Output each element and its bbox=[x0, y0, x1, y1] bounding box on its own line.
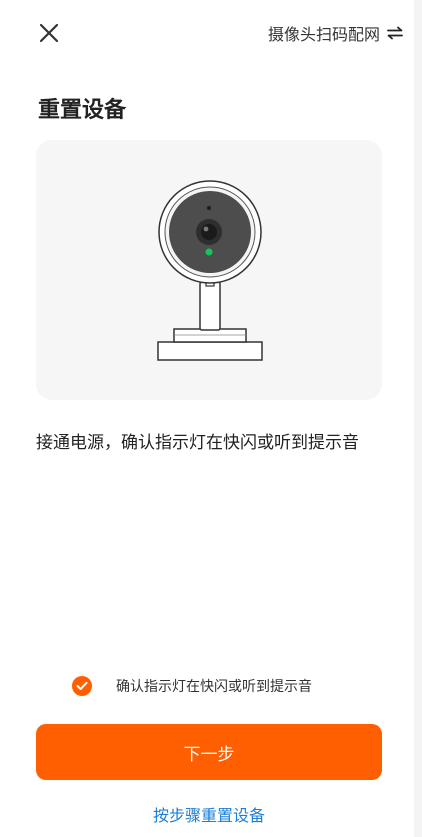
confirm-label: 确认指示灯在快闪或听到提示音 bbox=[116, 679, 312, 695]
confirm-indicator-checkbox[interactable]: 确认指示灯在快闪或听到提示音 bbox=[72, 674, 312, 698]
next-button[interactable]: 下一步 bbox=[36, 724, 382, 780]
device-illustration-card bbox=[36, 140, 382, 400]
checkbox-checked-icon bbox=[72, 676, 92, 696]
camera-qr-mode-switch[interactable]: 摄像头扫码配网 bbox=[268, 20, 404, 46]
switch-arrows-icon bbox=[387, 26, 403, 40]
screen-edge bbox=[414, 0, 422, 837]
reset-by-steps-link[interactable]: 按步骤重置设备 bbox=[0, 802, 418, 826]
mode-switch-label: 摄像头扫码配网 bbox=[267, 25, 380, 44]
camera-illustration bbox=[157, 180, 263, 361]
close-icon bbox=[39, 23, 59, 43]
close-button[interactable] bbox=[34, 18, 64, 48]
instruction-text: 接通电源，确认指示灯在快闪或听到提示音 bbox=[36, 433, 359, 453]
page-title: 重置设备 bbox=[38, 98, 127, 123]
header-bar: 摄像头扫码配网 bbox=[0, 0, 414, 64]
